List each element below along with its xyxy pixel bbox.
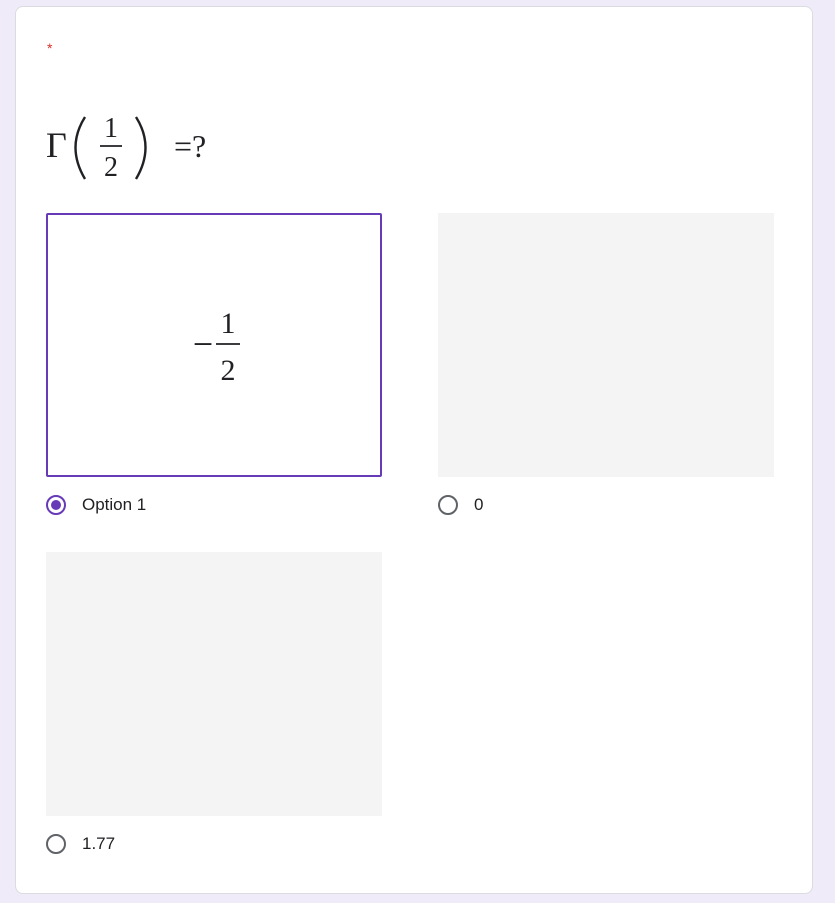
option-3-choice[interactable]: 1.77 xyxy=(46,830,115,858)
question-card: * Γ 1 2 =? − 1 2 Option 1 0 1.77 xyxy=(15,6,813,894)
option-2-radio[interactable] xyxy=(438,495,458,515)
question-suffix: =? xyxy=(174,128,206,164)
option-3-image[interactable] xyxy=(46,552,382,816)
question-title: Γ 1 2 =? xyxy=(44,99,264,195)
option-2-choice[interactable]: 0 xyxy=(438,491,483,519)
option-1-minus-sign: − xyxy=(193,324,213,364)
option-2-label: 0 xyxy=(474,495,484,514)
option-1-radio[interactable] xyxy=(46,495,66,515)
question-formula: Γ 1 2 =? xyxy=(46,113,206,183)
option-1-denominator: 2 xyxy=(221,354,236,387)
left-paren xyxy=(74,116,87,180)
option-3-radio[interactable] xyxy=(46,834,66,854)
option-1-choice[interactable]: Option 1 xyxy=(46,491,146,519)
question-numerator: 1 xyxy=(104,113,118,144)
gamma-symbol: Γ xyxy=(46,125,67,165)
option-1-image[interactable]: − 1 2 xyxy=(46,213,382,477)
right-paren xyxy=(134,116,147,180)
option-3-label: 1.77 xyxy=(82,834,116,853)
option-1-label: Option 1 xyxy=(82,495,147,514)
option-2-image[interactable] xyxy=(438,213,774,477)
option-1-numerator: 1 xyxy=(221,307,236,340)
option-1-formula: − 1 2 xyxy=(193,307,240,387)
required-asterisk: * xyxy=(47,40,53,56)
question-denominator: 2 xyxy=(104,152,118,183)
